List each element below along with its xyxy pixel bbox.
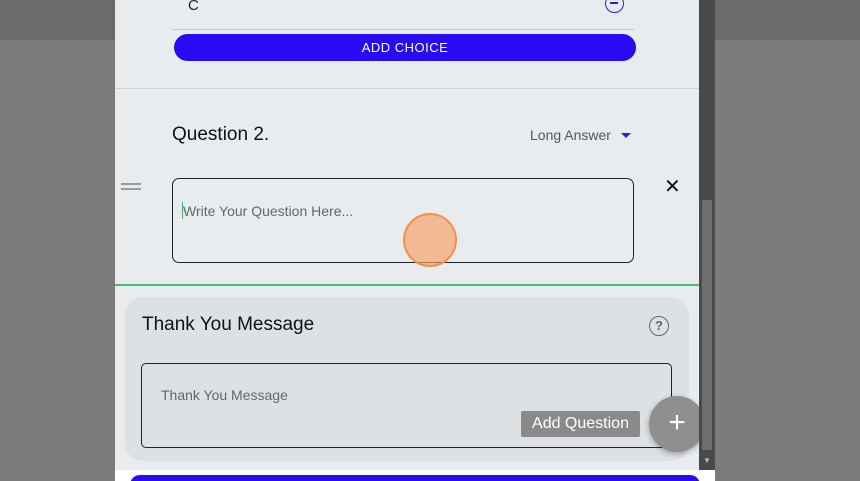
add-question-button[interactable]: +: [649, 396, 699, 452]
scrollbar-thumb[interactable]: [702, 200, 712, 450]
caret-down-icon[interactable]: [621, 133, 631, 138]
add-choice-button[interactable]: ADD CHOICE: [174, 34, 636, 61]
thank-you-placeholder: Thank You Message: [161, 387, 288, 403]
form-builder-panel: C ADD CHOICE Question 2. Long Answer ✕ W…: [115, 0, 715, 481]
thank-you-title: Thank You Message: [142, 314, 315, 335]
scroll-content: C ADD CHOICE Question 2. Long Answer ✕ W…: [115, 0, 699, 481]
pointer-indicator: [403, 213, 457, 267]
active-indicator-line: [115, 284, 699, 286]
choice-text[interactable]: C: [188, 0, 199, 14]
add-question-tooltip: Add Question: [521, 411, 640, 437]
drag-handle-icon[interactable]: [121, 183, 141, 193]
bottom-action-button[interactable]: [130, 475, 700, 481]
question-title: Question 2.: [172, 124, 270, 145]
question-input-placeholder: Write Your Question Here...: [183, 203, 354, 219]
close-icon[interactable]: ✕: [664, 177, 681, 197]
scrollbar[interactable]: ▼: [699, 0, 715, 481]
question-type-select[interactable]: Long Answer: [530, 127, 611, 143]
minus-circle-icon[interactable]: [605, 0, 624, 13]
help-icon[interactable]: ?: [649, 316, 669, 336]
question-input[interactable]: Write Your Question Here...: [172, 178, 634, 263]
divider: [115, 88, 699, 89]
scroll-down-arrow-icon[interactable]: ▼: [702, 456, 712, 466]
choice-row[interactable]: C: [172, 0, 634, 30]
